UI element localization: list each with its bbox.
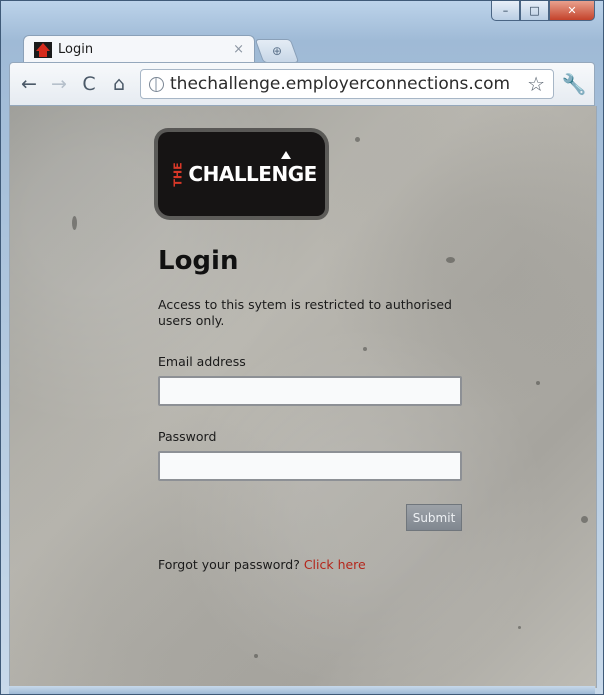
submit-button[interactable]: Submit [406, 504, 462, 531]
home-button[interactable]: ⌂ [106, 71, 132, 97]
forgot-password-link[interactable]: Click here [304, 557, 366, 572]
concrete-speck [536, 381, 540, 385]
page-viewport: THE CHALLENGE Login Access to this sytem… [9, 106, 597, 688]
plus-icon: ⊕ [271, 44, 283, 58]
url-text[interactable]: thechallenge.employerconnections.com [170, 74, 527, 94]
bookmark-star-icon[interactable]: ☆ [527, 72, 545, 96]
concrete-speck [254, 654, 258, 658]
globe-icon [149, 76, 164, 92]
logo-arrow-icon [280, 151, 291, 159]
the-challenge-logo: THE CHALLENGE [158, 132, 325, 216]
password-label: Password [158, 429, 217, 444]
address-bar[interactable]: thechallenge.employerconnections.com ☆ [140, 69, 554, 99]
back-button[interactable]: ← [16, 71, 42, 97]
forgot-password-line: Forgot your password? Click here [158, 557, 366, 572]
page-title: Login [158, 246, 239, 276]
minimize-button[interactable]: – [491, 1, 520, 21]
concrete-speck [72, 216, 77, 230]
new-tab-button[interactable]: ⊕ [254, 39, 300, 63]
tab-strip: Login × ⊕ [23, 33, 300, 63]
email-label: Email address [158, 354, 246, 369]
concrete-speck [581, 516, 588, 523]
logo-wordmark: CHALLENGE [188, 162, 317, 186]
home-favicon-icon [34, 41, 52, 58]
tab-login[interactable]: Login × [23, 35, 255, 63]
maximize-button[interactable]: □ [520, 1, 549, 21]
browser-window: – □ ✕ Login × ⊕ ← → C ⌂ thechallenge.emp… [0, 0, 604, 695]
forward-button[interactable]: → [46, 71, 72, 97]
access-notice: Access to this sytem is restricted to au… [158, 297, 452, 328]
window-bottom-border [9, 686, 595, 694]
window-caption-buttons: – □ ✕ [491, 1, 595, 21]
forgot-password-text: Forgot your password? [158, 557, 300, 572]
tab-close-icon[interactable]: × [233, 42, 244, 57]
email-field[interactable] [158, 376, 462, 406]
concrete-speck [518, 626, 521, 629]
password-field[interactable] [158, 451, 462, 481]
close-window-button[interactable]: ✕ [549, 1, 595, 21]
concrete-speck [355, 137, 360, 142]
reload-button[interactable]: C [76, 71, 102, 97]
concrete-speck [363, 347, 367, 351]
logo-challenge-text: CHALLENGE [188, 151, 317, 186]
browser-toolbar: ← → C ⌂ thechallenge.employerconnections… [9, 62, 595, 106]
tab-title: Login [58, 42, 94, 57]
wrench-menu-icon[interactable]: 🔧 [560, 72, 588, 96]
concrete-speck [446, 257, 455, 263]
logo-the-text: THE [171, 161, 185, 187]
